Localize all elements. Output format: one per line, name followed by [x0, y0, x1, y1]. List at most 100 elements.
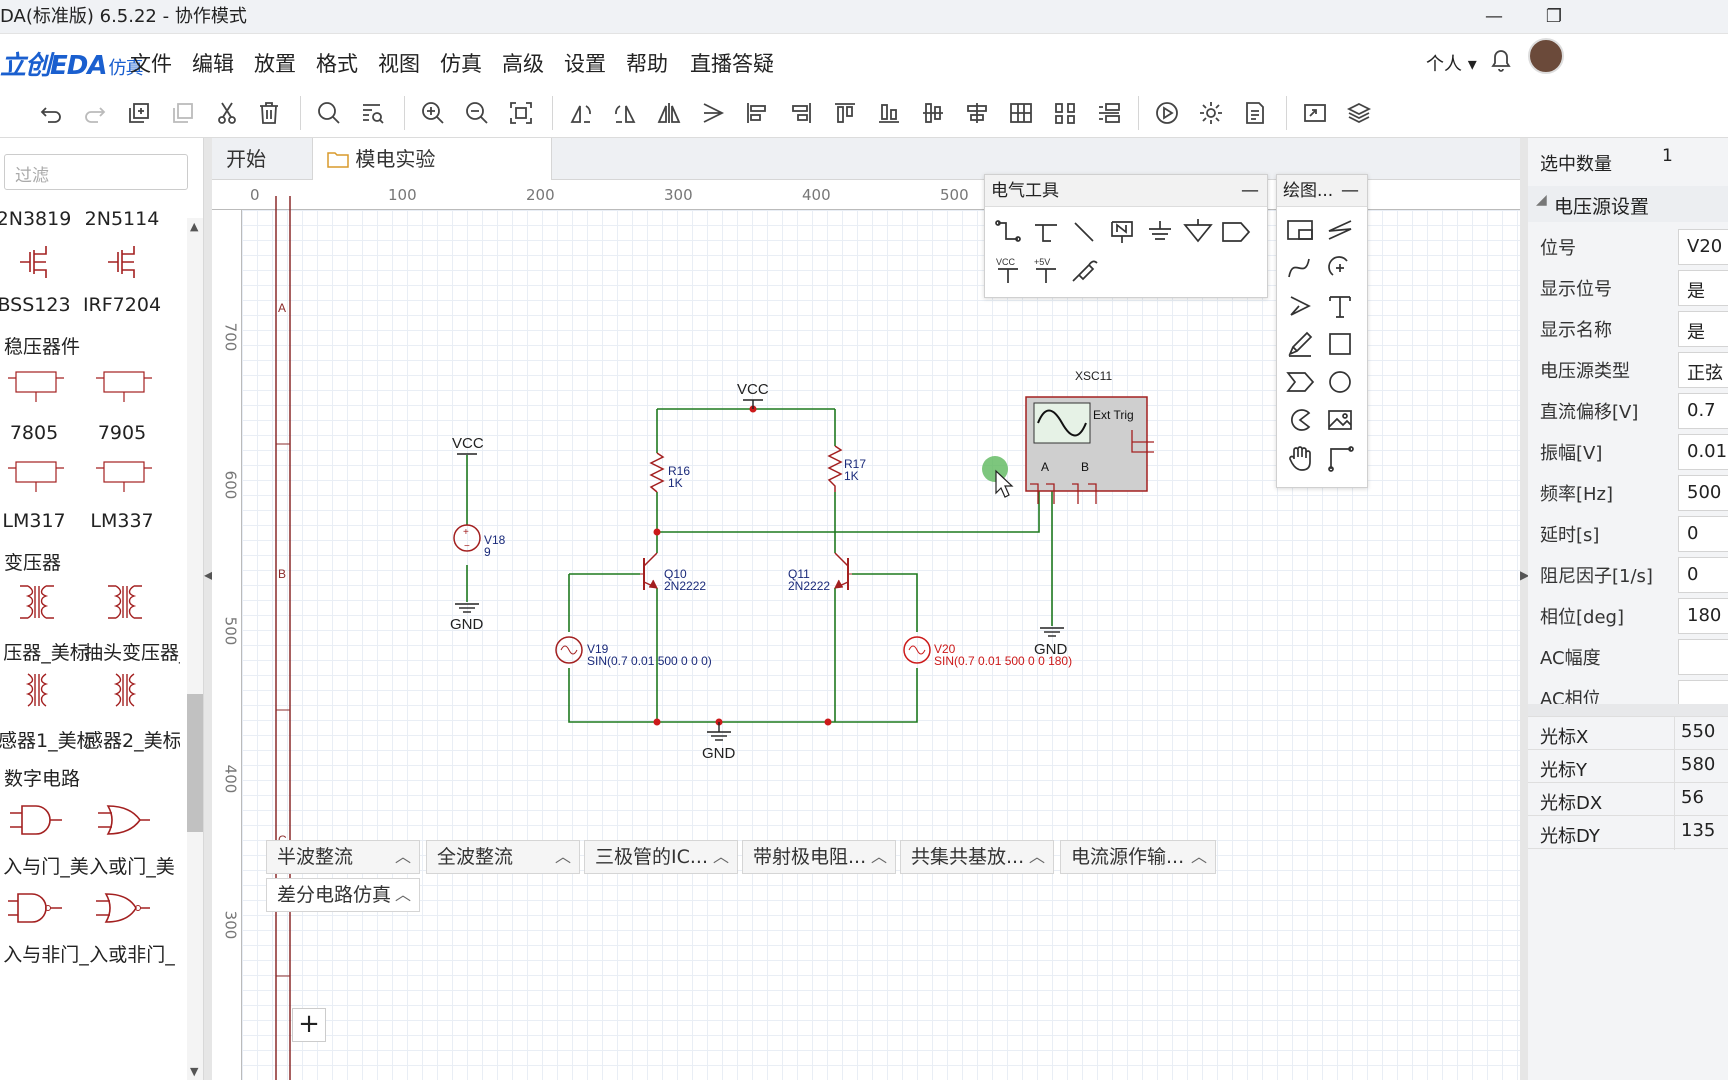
- ground-triangle-icon[interactable]: [1183, 217, 1217, 251]
- circle-icon[interactable]: [1325, 367, 1359, 401]
- add-project-button[interactable]: +: [292, 1008, 326, 1042]
- nor-gate-icon[interactable]: [94, 888, 154, 928]
- bell-icon[interactable]: [1488, 46, 1514, 74]
- copy-icon[interactable]: [124, 98, 154, 128]
- zoom-in-icon[interactable]: [418, 98, 448, 128]
- settings-icon[interactable]: [1196, 98, 1226, 128]
- image-icon[interactable]: [1325, 405, 1359, 439]
- redo-icon[interactable]: [80, 98, 110, 128]
- minimize-icon[interactable]: —: [1341, 175, 1359, 207]
- frequency-field[interactable]: 500: [1678, 475, 1728, 511]
- filter-input[interactable]: 过滤: [4, 154, 188, 190]
- component-transformer-us[interactable]: 压器_美标: [0, 638, 94, 665]
- v19-sine-source[interactable]: V19 SIN(0.7 0.01 500 0 0 0): [555, 636, 712, 668]
- tab-project[interactable]: 模电实验: [312, 138, 552, 180]
- avatar[interactable]: [1528, 38, 1564, 74]
- component-nor-gate[interactable]: 入或非门_: [84, 940, 180, 967]
- align-left-icon[interactable]: [742, 98, 772, 128]
- component-coupled-inductor-2[interactable]: 感器2_美标: [84, 726, 180, 753]
- show-name-select[interactable]: 是: [1678, 311, 1728, 347]
- transistor-q10[interactable]: Q10 2N2222: [640, 552, 706, 593]
- phase-field[interactable]: 180: [1678, 598, 1728, 634]
- right-splitter[interactable]: ▶: [1520, 138, 1529, 1080]
- schematic-canvas[interactable]: 0 100 200 300 400 500 700 600 500 400 30…: [212, 174, 1520, 1080]
- resistor-r16[interactable]: R16 1K: [649, 452, 690, 493]
- component-tapped-transformer[interactable]: 抽头变压器_: [84, 638, 180, 665]
- gnd-left-symbol[interactable]: GND: [450, 603, 484, 633]
- net-label-icon[interactable]: [1107, 217, 1141, 251]
- menu-settings[interactable]: 设置: [564, 48, 606, 78]
- undo-icon[interactable]: [36, 98, 66, 128]
- distribute-h-icon[interactable]: [1050, 98, 1080, 128]
- menu-view[interactable]: 视图: [378, 48, 420, 78]
- vcc-left-symbol[interactable]: VCC: [452, 435, 484, 455]
- category-regulator[interactable]: 稳压器件: [4, 332, 80, 359]
- regulator-icon[interactable]: [6, 456, 66, 496]
- net-port-icon[interactable]: [1221, 217, 1255, 251]
- library-scrollbar[interactable]: ▲ ▼: [187, 218, 203, 1080]
- resistor-r17[interactable]: R17 1K: [827, 445, 866, 492]
- distribute-v-icon[interactable]: [1094, 98, 1124, 128]
- component-7905[interactable]: 7905: [74, 422, 170, 444]
- designator-field[interactable]: V20: [1678, 229, 1728, 265]
- oscilloscope-xsc11[interactable]: XSC11 Ext Trig A B: [1025, 369, 1154, 504]
- mosfet-icon[interactable]: [12, 242, 62, 282]
- show-designator-select[interactable]: 是: [1678, 270, 1728, 306]
- inductor-icon[interactable]: [12, 670, 62, 710]
- flip-h-icon[interactable]: [654, 98, 684, 128]
- component-lm317[interactable]: LM317: [0, 510, 82, 532]
- align-bottom-icon[interactable]: [874, 98, 904, 128]
- component-2n3819[interactable]: 2N3819: [0, 208, 82, 230]
- project-tab-transistor-ic[interactable]: 三极管的IC... ︿: [584, 840, 738, 874]
- dimension-icon[interactable]: [1325, 443, 1359, 477]
- dc-offset-field[interactable]: 0.7: [1678, 393, 1728, 429]
- component-bss123[interactable]: BSS123: [0, 294, 82, 316]
- menu-file[interactable]: 文件: [130, 48, 172, 78]
- menu-place[interactable]: 放置: [254, 48, 296, 78]
- minimize-icon[interactable]: —: [1241, 175, 1259, 207]
- polyline-icon[interactable]: [1325, 215, 1359, 249]
- pencil-icon[interactable]: [1285, 329, 1319, 363]
- category-digital[interactable]: 数字电路: [4, 764, 80, 791]
- search-icon[interactable]: [314, 98, 344, 128]
- transformer-icon[interactable]: [100, 582, 150, 622]
- wires[interactable]: [466, 408, 1053, 723]
- component-nand-gate[interactable]: 入与非门_: [0, 940, 94, 967]
- document-icon[interactable]: [1240, 98, 1270, 128]
- menu-simulate[interactable]: 仿真: [440, 48, 482, 78]
- grid-icon[interactable]: [1006, 98, 1036, 128]
- amplitude-field[interactable]: 0.01: [1678, 434, 1728, 470]
- sheet-frame-icon[interactable]: [1285, 215, 1319, 249]
- ground-icon[interactable]: [1145, 217, 1179, 251]
- inductor-icon[interactable]: [100, 670, 150, 710]
- hand-pan-icon[interactable]: [1285, 443, 1319, 477]
- flip-v-icon[interactable]: [698, 98, 728, 128]
- menu-edit[interactable]: 编辑: [192, 48, 234, 78]
- rectangle-icon[interactable]: [1325, 329, 1359, 363]
- project-tab-differential[interactable]: 差分电路仿真 ︿: [266, 878, 420, 912]
- layers-icon[interactable]: [1344, 98, 1374, 128]
- component-2n5114[interactable]: 2N5114: [74, 208, 170, 230]
- category-transformer[interactable]: 变压器: [4, 548, 61, 575]
- project-tab-full-wave[interactable]: 全波整流 ︿: [426, 840, 580, 874]
- v18-source[interactable]: + − V18 9: [453, 524, 506, 559]
- electrical-tools-header[interactable]: 电气工具 —: [985, 175, 1267, 207]
- probe-icon[interactable]: [1069, 255, 1103, 289]
- arrow-icon[interactable]: [1285, 291, 1319, 325]
- vcc-top-symbol[interactable]: VCC: [737, 381, 769, 409]
- gnd-scope-symbol[interactable]: GND: [1034, 627, 1068, 658]
- pie-icon[interactable]: [1285, 405, 1319, 439]
- run-icon[interactable]: [1152, 98, 1182, 128]
- text-icon[interactable]: [1325, 291, 1359, 325]
- transistor-q11[interactable]: Q11 2N2222: [788, 552, 852, 593]
- and-gate-icon[interactable]: [6, 800, 66, 840]
- regulator-icon[interactable]: [6, 366, 66, 406]
- or-gate-icon[interactable]: [94, 800, 154, 840]
- tab-start[interactable]: 开始: [212, 138, 292, 180]
- bus-tool-icon[interactable]: [1031, 217, 1065, 251]
- find-list-icon[interactable]: [358, 98, 388, 128]
- restore-button[interactable]: ❐: [1534, 0, 1574, 34]
- user-menu[interactable]: 个人 ▾: [1426, 50, 1477, 76]
- project-tab-cc-cb-amp[interactable]: 共集共基放... ︿: [900, 840, 1054, 874]
- menu-advanced[interactable]: 高级: [502, 48, 544, 78]
